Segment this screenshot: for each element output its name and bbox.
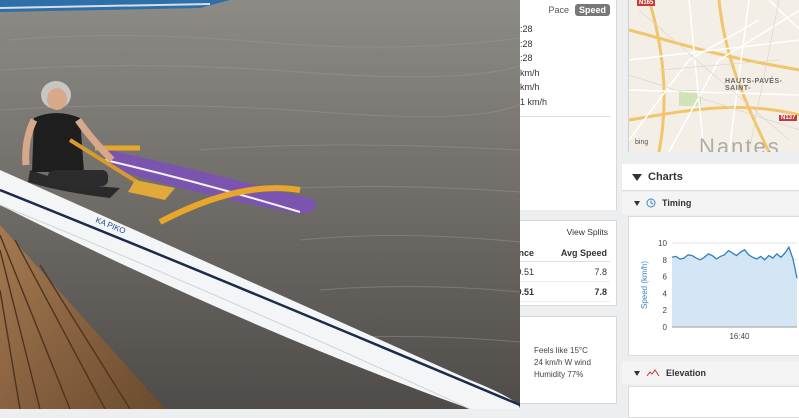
route-sign: N137 (779, 115, 798, 121)
y-tick-label: 0 (663, 323, 668, 332)
collapse-triangle-icon[interactable] (632, 173, 642, 181)
route-map[interactable]: N165 N137 HAUTS-PAVÉS-SAINT- Nantes bing (628, 0, 799, 152)
weather-feels-like: Feels like 15°C (534, 346, 588, 355)
elevation-section-header[interactable]: Elevation (622, 362, 799, 384)
clock-icon (646, 198, 656, 208)
kayak-photo-illustration: KA PIKO (0, 0, 520, 409)
activity-photo[interactable]: KA PIKO (0, 0, 520, 409)
weather-details: Feels like 15°C 24 km/h W wind Humidity … (534, 345, 591, 381)
y-tick-label: 10 (658, 239, 667, 248)
charts-title: Charts (648, 171, 683, 183)
bing-logo: bing (635, 139, 649, 146)
x-tick-label: 16:40 (729, 332, 750, 341)
total-avg-speed: 7.8 (537, 281, 610, 302)
pace-speed-toggle: Pace Speed (548, 4, 610, 16)
stats-divider (516, 116, 610, 117)
y-tick-label: 2 (663, 306, 668, 315)
route-sign: N165 (637, 0, 656, 6)
y-tick-label: 4 (663, 289, 668, 298)
speed-area (672, 247, 797, 327)
lap-avg-speed: 7.8 (537, 261, 610, 282)
collapse-triangle-icon[interactable] (634, 370, 640, 376)
weather-wind: 24 km/h W wind (534, 358, 591, 367)
timing-title: Timing (662, 198, 692, 208)
elevation-title: Elevation (666, 368, 707, 378)
view-splits-link[interactable]: View Splits (567, 227, 608, 237)
collapse-triangle-icon[interactable] (634, 200, 640, 206)
map-roads (629, 0, 799, 152)
weather-humidity: Humidity 77% (534, 370, 584, 379)
elevation-chart[interactable] (628, 386, 799, 418)
pace-toggle[interactable]: Pace (548, 5, 569, 15)
column-header-avg-speed: Avg Speed (537, 245, 610, 262)
y-axis-label: Speed (km/h) (640, 261, 649, 309)
speed-chart-svg: Speed (km/h) 0 2 4 6 8 10 16:40 (640, 239, 798, 341)
speed-toggle[interactable]: Speed (574, 4, 610, 16)
y-tick-label: 8 (663, 256, 668, 265)
timing-section-header[interactable]: Timing (622, 192, 799, 214)
y-tick-label: 6 (663, 273, 668, 282)
map-label-town: HAUTS-PAVÉS-SAINT- (725, 78, 783, 92)
map-label-city: Nantes (699, 134, 781, 152)
charts-section-header[interactable]: Charts (622, 164, 799, 191)
speed-chart[interactable]: Speed (km/h) 0 2 4 6 8 10 16:40 (628, 216, 799, 356)
elevation-icon (646, 369, 660, 377)
